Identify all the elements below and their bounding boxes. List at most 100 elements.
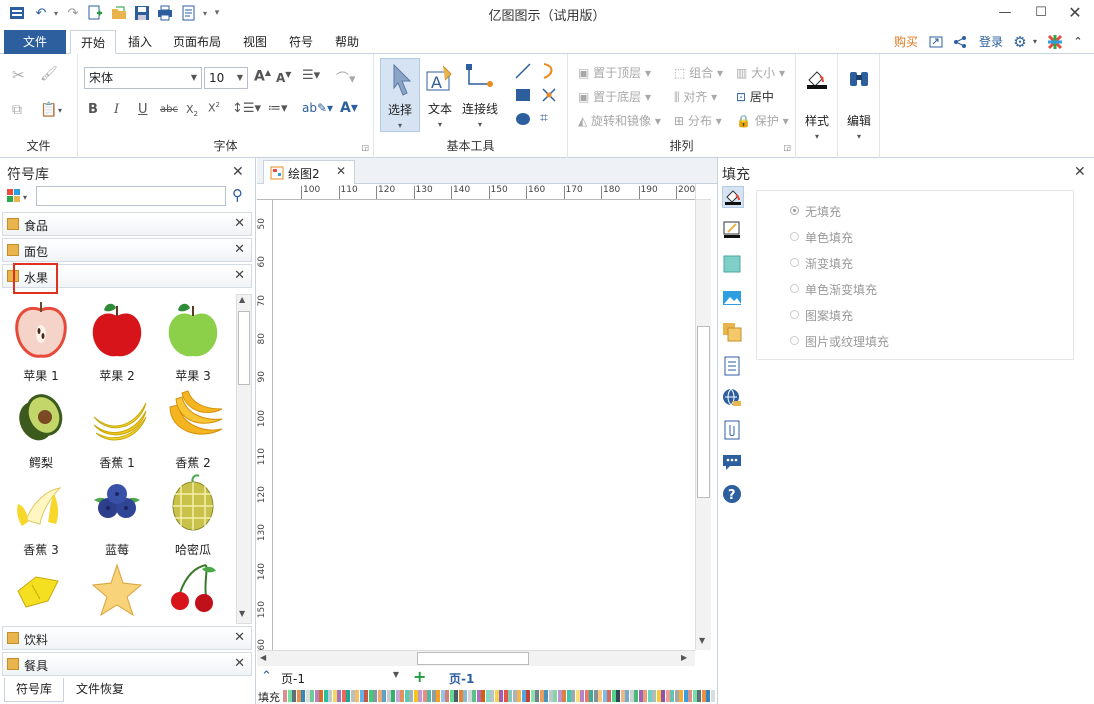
select-tool-button[interactable]: 选择 ▾ (380, 58, 420, 132)
color-swatch[interactable] (319, 690, 323, 702)
close-library-icon[interactable]: ✕ (232, 164, 244, 180)
group-button[interactable]: ⬚ 组合 ▾ (674, 64, 734, 81)
scroll-left-icon[interactable]: ◀ (260, 653, 266, 662)
color-swatch[interactable] (616, 690, 620, 702)
color-swatch[interactable] (557, 690, 562, 702)
color-swatch[interactable] (679, 690, 683, 702)
color-swatch[interactable] (575, 690, 580, 702)
color-swatch[interactable] (404, 690, 409, 702)
shape-avocado[interactable]: 鳄梨 (4, 385, 78, 471)
color-swatch[interactable] (368, 690, 373, 702)
color-swatch[interactable] (548, 690, 553, 702)
color-swatch[interactable] (449, 690, 454, 702)
color-swatch[interactable] (701, 690, 706, 702)
color-swatch[interactable] (409, 690, 413, 702)
fill-option-none[interactable]: 无填充 (790, 203, 841, 220)
category-tableware[interactable]: 餐具 ✕ (2, 652, 252, 676)
add-page-icon[interactable]: + (413, 667, 426, 686)
layer-tab-icon[interactable] (722, 322, 744, 344)
tab-page-layout[interactable]: 页面布局 (166, 30, 228, 54)
color-swatch[interactable] (674, 690, 679, 702)
font-dialog-launcher-icon[interactable]: ◲ (361, 143, 369, 152)
color-swatch[interactable] (490, 690, 494, 702)
protect-button[interactable]: 🔒 保护 ▾ (736, 112, 792, 129)
color-swatch[interactable] (445, 690, 449, 702)
drawing-canvas[interactable] (273, 200, 698, 650)
paste-dropdown-icon[interactable]: ▾ (58, 106, 62, 115)
fill-option-solid[interactable]: 单色填充 (790, 229, 853, 246)
library-scroll-thumb[interactable] (238, 311, 250, 385)
crop-tool-icon[interactable]: ⌗ (540, 110, 548, 126)
color-swatch[interactable] (310, 690, 314, 702)
library-search-input[interactable] (36, 186, 226, 206)
close-fill-panel-icon[interactable]: ✕ (1074, 164, 1086, 180)
color-swatch[interactable] (544, 690, 548, 702)
size-button[interactable]: ▥ 大小 ▾ (736, 64, 792, 81)
color-swatch[interactable] (512, 690, 517, 702)
color-swatch[interactable] (580, 690, 584, 702)
line-tab-icon[interactable] (722, 220, 744, 242)
maximize-icon[interactable]: ☐ (1026, 2, 1056, 24)
color-swatch[interactable] (332, 690, 337, 702)
close-category-icon[interactable]: ✕ (234, 268, 245, 283)
color-swatch[interactable] (494, 690, 499, 702)
format-painter-icon[interactable]: 🖌 (40, 66, 58, 82)
color-swatch[interactable] (692, 690, 697, 702)
color-swatch[interactable] (355, 690, 359, 702)
text-align-icon[interactable]: ☰▾ (302, 68, 320, 83)
color-swatch[interactable] (296, 690, 301, 702)
image-tab-icon[interactable] (722, 288, 744, 310)
increase-font-icon[interactable]: A▲ (254, 68, 271, 85)
fill-option-pattern[interactable]: 图案填充 (790, 307, 853, 324)
tab-symbol[interactable]: 符号 (282, 30, 320, 54)
tab-view[interactable]: 视图 (236, 30, 274, 54)
font-size-select[interactable]: 10 ▼ (204, 67, 248, 89)
color-swatch[interactable] (503, 690, 508, 702)
color-swatch[interactable] (463, 690, 467, 702)
fill-tab-icon[interactable] (722, 186, 744, 208)
shape-cantaloupe[interactable]: 哈密瓜 (156, 472, 230, 558)
line-tool-icon[interactable] (514, 62, 532, 84)
color-swatch[interactable] (607, 690, 611, 702)
canvas-vertical-scrollbar[interactable]: ▼ (695, 184, 711, 650)
tab-insert[interactable]: 插入 (118, 30, 162, 54)
color-swatch[interactable] (539, 690, 544, 702)
color-swatch[interactable] (314, 690, 319, 702)
color-swatch[interactable] (413, 690, 418, 702)
color-swatch[interactable] (530, 690, 535, 702)
bring-to-front-button[interactable]: ▣ 置于顶层 ▾ (578, 64, 668, 81)
color-swatch[interactable] (301, 690, 305, 702)
color-swatch[interactable] (602, 690, 607, 702)
category-food[interactable]: 食品 ✕ (2, 212, 252, 236)
color-swatch[interactable] (584, 690, 589, 702)
data-tab-icon[interactable] (722, 356, 744, 378)
rotate-mirror-button[interactable]: ◭ 旋转和镜像 ▾ (578, 112, 682, 129)
copy-icon[interactable]: ⧉ (12, 102, 22, 118)
color-swatch[interactable] (652, 690, 656, 702)
underline-icon[interactable]: U (138, 102, 148, 117)
color-swatch[interactable] (706, 690, 710, 702)
color-swatch[interactable] (634, 690, 638, 702)
canvas-horizontal-scrollbar[interactable]: ◀ ▶ (257, 650, 695, 666)
color-swatch[interactable] (377, 690, 382, 702)
color-swatch[interactable] (683, 690, 688, 702)
text-curve-icon[interactable]: ⌒▾ (336, 68, 356, 87)
color-swatch[interactable] (305, 690, 310, 702)
color-swatch[interactable] (508, 690, 512, 702)
close-category-icon[interactable]: ✕ (234, 242, 245, 257)
shadow-tab-icon[interactable] (722, 254, 744, 276)
close-category-icon[interactable]: ✕ (234, 656, 245, 671)
close-category-icon[interactable]: ✕ (234, 630, 245, 645)
color-swatch[interactable] (292, 690, 296, 702)
color-swatch[interactable] (535, 690, 539, 702)
curve-tool-icon[interactable] (540, 62, 558, 84)
color-swatch[interactable] (566, 690, 571, 702)
document-tab[interactable]: 绘图2 ✕ (263, 160, 355, 184)
font-family-select[interactable]: 宋体 ▼ (84, 67, 202, 89)
color-swatch[interactable] (382, 690, 386, 702)
color-swatch[interactable] (589, 690, 593, 702)
help-tab-icon[interactable]: ? (722, 484, 744, 506)
scroll-down-icon[interactable]: ▼ (699, 636, 705, 645)
color-swatch[interactable] (526, 690, 530, 702)
collapse-ribbon-icon[interactable]: ⌃ (1070, 30, 1086, 54)
